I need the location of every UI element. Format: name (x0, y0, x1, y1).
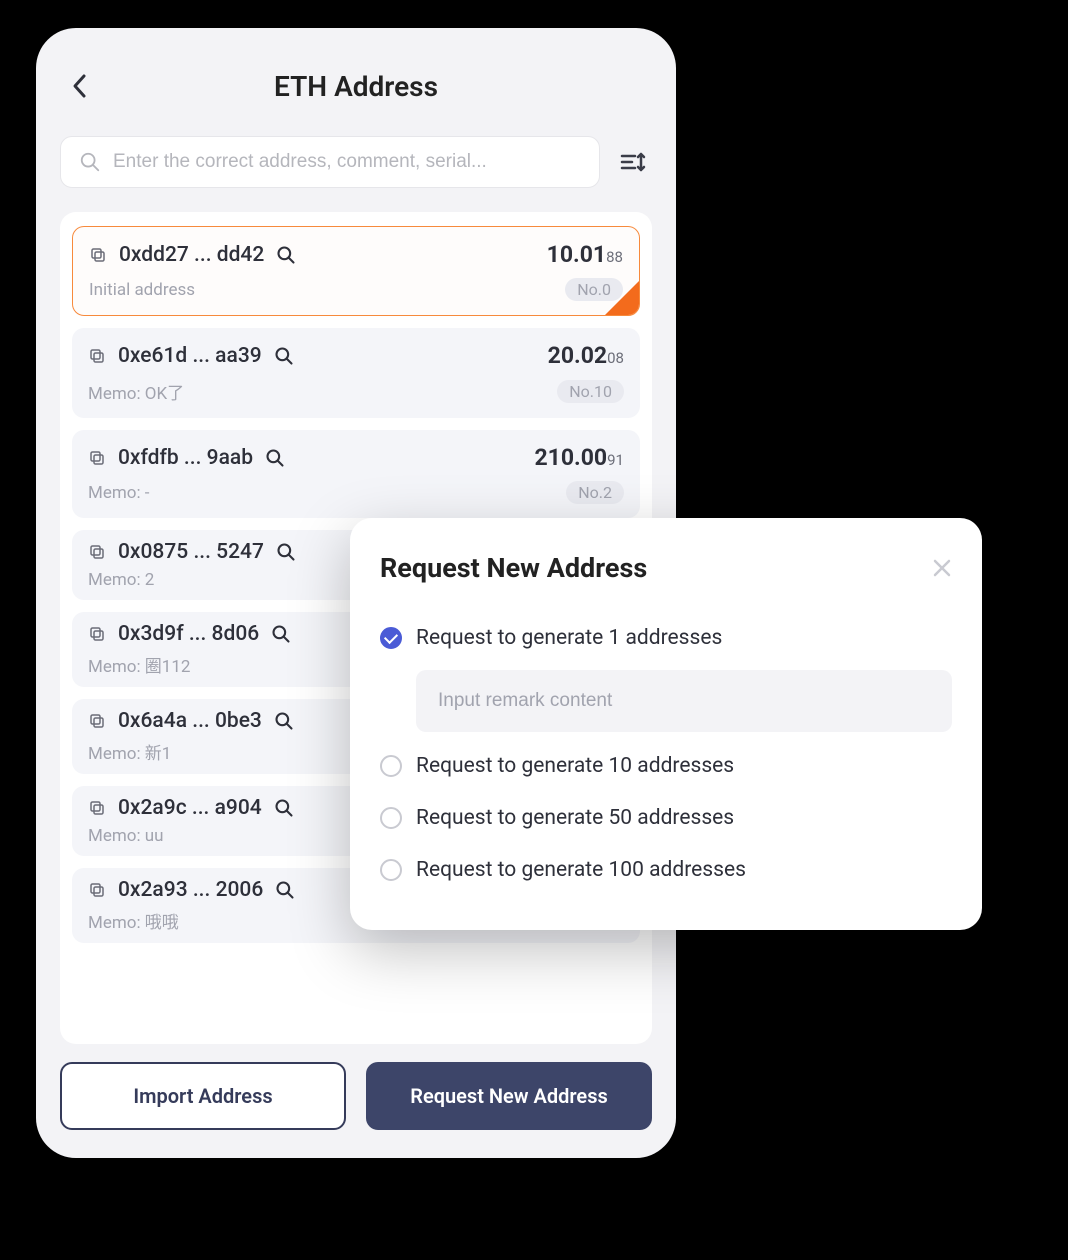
magnify-icon[interactable] (276, 542, 296, 562)
magnify-icon[interactable] (276, 245, 296, 265)
radio-icon (380, 807, 402, 829)
address-text: 0x3d9f ... 8d06 (118, 622, 259, 646)
header: ETH Address (60, 56, 652, 116)
radio-icon (380, 859, 402, 881)
search-input[interactable] (113, 151, 581, 173)
magnify-icon[interactable] (274, 798, 294, 818)
address-balance: 210.0091 (534, 444, 624, 471)
address-number: No.2 (566, 481, 624, 504)
copy-icon[interactable] (88, 799, 106, 817)
address-memo: Memo: - (88, 483, 150, 503)
magnify-icon[interactable] (274, 346, 294, 366)
generate-1-option[interactable]: Request to generate 1 addresses (380, 612, 952, 664)
close-icon (932, 558, 952, 578)
address-text: 0xfdfb ... 9aab (118, 446, 253, 470)
generate-50-option[interactable]: Request to generate 50 addresses (380, 792, 952, 844)
generate-100-option[interactable]: Request to generate 100 addresses (380, 844, 952, 896)
magnify-icon[interactable] (265, 448, 285, 468)
address-balance: 20.0208 (548, 342, 624, 369)
option-label: Request to generate 10 addresses (416, 754, 734, 778)
address-memo: Memo: OK了 (88, 379, 184, 404)
remark-input[interactable] (416, 670, 952, 732)
address-text: 0x6a4a ... 0be3 (118, 709, 262, 733)
back-button[interactable] (70, 72, 88, 100)
search-row (60, 136, 652, 188)
copy-icon[interactable] (88, 449, 106, 467)
address-balance: 10.0188 (547, 241, 623, 268)
address-memo: Memo: 圈112 (88, 652, 190, 677)
modal-close-button[interactable] (932, 558, 952, 578)
radio-checked-icon (380, 627, 402, 649)
address-text: 0xe61d ... aa39 (118, 344, 262, 368)
import-address-button[interactable]: Import Address (60, 1062, 346, 1130)
copy-icon[interactable] (88, 543, 106, 561)
magnify-icon[interactable] (275, 880, 295, 900)
address-text: 0xdd27 ... dd42 (119, 243, 264, 267)
copy-icon[interactable] (89, 246, 107, 264)
address-number: No.10 (557, 380, 624, 403)
option-label: Request to generate 100 addresses (416, 858, 746, 882)
sort-button[interactable] (614, 143, 652, 181)
request-new-address-button[interactable]: Request New Address (366, 1062, 652, 1130)
copy-icon[interactable] (88, 347, 106, 365)
address-memo: Memo: 哦哦 (88, 908, 179, 933)
copy-icon[interactable] (88, 625, 106, 643)
address-memo: Memo: 2 (88, 570, 154, 590)
address-text: 0x2a93 ... 2006 (118, 878, 263, 902)
search-icon (79, 151, 101, 173)
copy-icon[interactable] (88, 881, 106, 899)
address-text: 0x0875 ... 5247 (118, 540, 264, 564)
sort-icon (618, 147, 648, 177)
magnify-icon[interactable] (274, 711, 294, 731)
address-memo: Memo: uu (88, 826, 164, 846)
address-item[interactable]: 0xe61d ... aa39 20.0208 Memo: OK了 No.10 (72, 328, 640, 418)
bottom-buttons: Import Address Request New Address (60, 1062, 652, 1130)
option-label: Request to generate 1 addresses (416, 626, 722, 650)
address-item[interactable]: 0xdd27 ... dd42 10.0188 Initial address … (72, 226, 640, 316)
address-memo: Memo: 新1 (88, 739, 171, 764)
selected-corner-icon (605, 281, 639, 315)
address-text: 0x2a9c ... a904 (118, 796, 262, 820)
radio-icon (380, 755, 402, 777)
request-new-address-modal: Request New Address Request to generate … (350, 518, 982, 930)
copy-icon[interactable] (88, 712, 106, 730)
address-memo: Initial address (89, 280, 195, 300)
magnify-icon[interactable] (271, 624, 291, 644)
search-box[interactable] (60, 136, 600, 188)
option-label: Request to generate 50 addresses (416, 806, 734, 830)
page-title: ETH Address (274, 70, 438, 103)
address-item[interactable]: 0xfdfb ... 9aab 210.0091 Memo: - No.2 (72, 430, 640, 518)
modal-title: Request New Address (380, 552, 647, 584)
chevron-left-icon (70, 72, 88, 100)
generate-10-option[interactable]: Request to generate 10 addresses (380, 740, 952, 792)
